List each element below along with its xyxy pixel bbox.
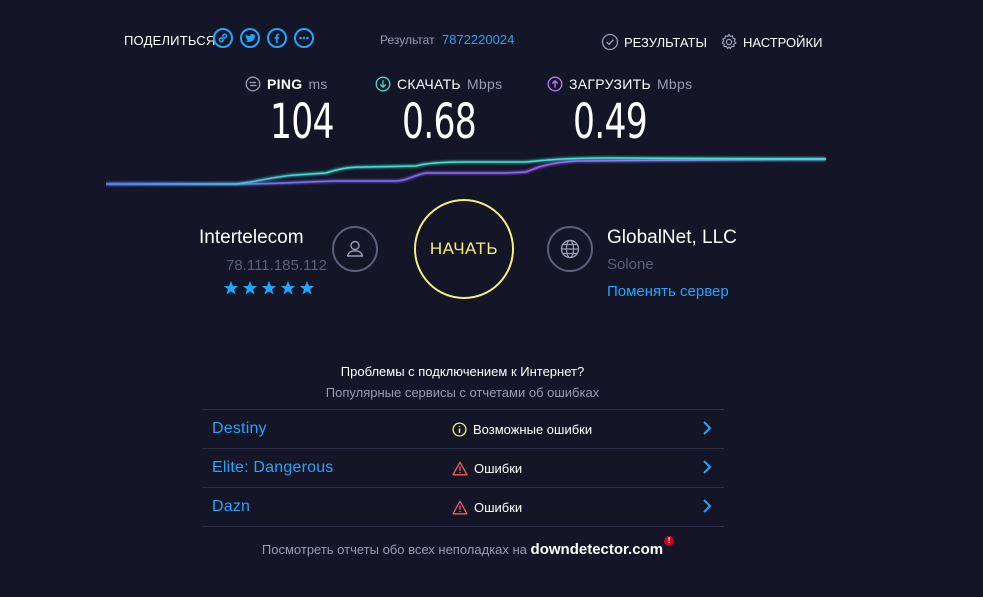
ping-unit: ms [308,76,328,92]
download-value: 0.68 [402,94,477,150]
issue-status-label: Ошибки [474,499,523,515]
upload-header: ЗАГРУЗИТЬ Mbps [547,76,692,92]
footer: Посмотреть отчеты обо всех неполадках на… [0,536,925,558]
issue-list: Destiny Возможные ошибки Elite: Dangerou… [202,409,724,527]
settings-label: НАСТРОЙКИ [743,34,823,50]
issue-status-label: Ошибки [474,460,523,476]
share-icons [213,28,314,48]
isp-name: Intertelecom [199,227,304,248]
isp-ip: 78.111.185.112 [226,257,327,274]
issue-status: Возможные ошибки [452,422,592,437]
speed-graph [106,156,826,185]
issue-status: Ошибки [452,500,522,515]
server-name: GlobalNet, LLC [607,227,737,248]
footer-text: Посмотреть отчеты обо всех неполадках на [261,542,527,557]
download-label: СКАЧАТЬ [397,76,461,92]
issue-name[interactable]: Destiny [212,420,267,438]
issue-row-destiny[interactable]: Destiny Возможные ошибки [202,409,724,448]
issue-row-elite-dangerous[interactable]: Elite: Dangerous Ошибки [202,448,724,487]
star-icon [261,281,277,295]
issue-status: Ошибки [452,461,522,476]
results-link[interactable]: РЕЗУЛЬТАТЫ [601,33,707,51]
settings-link[interactable]: НАСТРОЙКИ [720,33,822,51]
download-header: СКАЧАТЬ Mbps [375,76,502,92]
upload-value: 0.49 [573,94,648,150]
check-circle-icon [601,33,619,51]
upload-label: ЗАГРУЗИТЬ [569,76,651,92]
issue-name[interactable]: Dazn [212,498,250,516]
link-icon[interactable] [213,28,233,48]
ping-header: PING ms [245,76,328,92]
server-location: Solone [607,256,654,273]
download-unit: Mbps [466,76,503,92]
result-label: Результат [380,33,435,47]
problems-subtitle: Популярные сервисы с отчетами об ошибках [325,385,600,400]
download-arrow-icon [375,76,391,92]
chevron-right-icon[interactable] [702,459,712,475]
twitter-icon[interactable] [240,28,260,48]
warning-icon [452,461,468,475]
result-id-link[interactable]: 7872220024 [442,32,514,47]
globe-icon [547,226,593,272]
start-button[interactable]: НАЧАТЬ [414,199,514,299]
star-icon [299,281,315,295]
chevron-right-icon[interactable] [702,498,712,514]
problems-title: Проблемы с подключением к Интернет? [340,364,585,379]
upload-arrow-icon [547,76,563,92]
chevron-right-icon[interactable] [702,420,712,436]
upload-unit: Mbps [656,76,693,92]
star-icon [280,281,296,295]
ping-icon [245,76,261,92]
share-label: ПОДЕЛИТЬСЯ [124,33,216,48]
change-server-link[interactable]: Поменять сервер [607,283,729,300]
warning-icon [452,500,468,514]
issue-row-dazn[interactable]: Dazn Ошибки [202,487,724,527]
gear-icon [721,33,737,50]
downdetector-link[interactable]: downdetector.com! [530,536,675,558]
results-label: РЕЗУЛЬТАТЫ [624,34,707,50]
issue-status-label: Возможные ошибки [473,421,593,437]
isp-rating[interactable] [223,280,315,296]
star-icon [242,281,258,295]
issue-name[interactable]: Elite: Dangerous [212,459,334,477]
more-icon[interactable] [294,28,314,48]
star-icon [223,281,239,295]
user-icon [332,226,378,272]
info-icon [452,421,467,437]
downdetector-brand: downdetector.com [530,541,664,558]
ping-label: PING [267,76,303,92]
downdetector-logo-mark: ! [664,536,675,546]
ping-value: 104 [270,94,335,150]
facebook-icon[interactable] [267,28,287,48]
